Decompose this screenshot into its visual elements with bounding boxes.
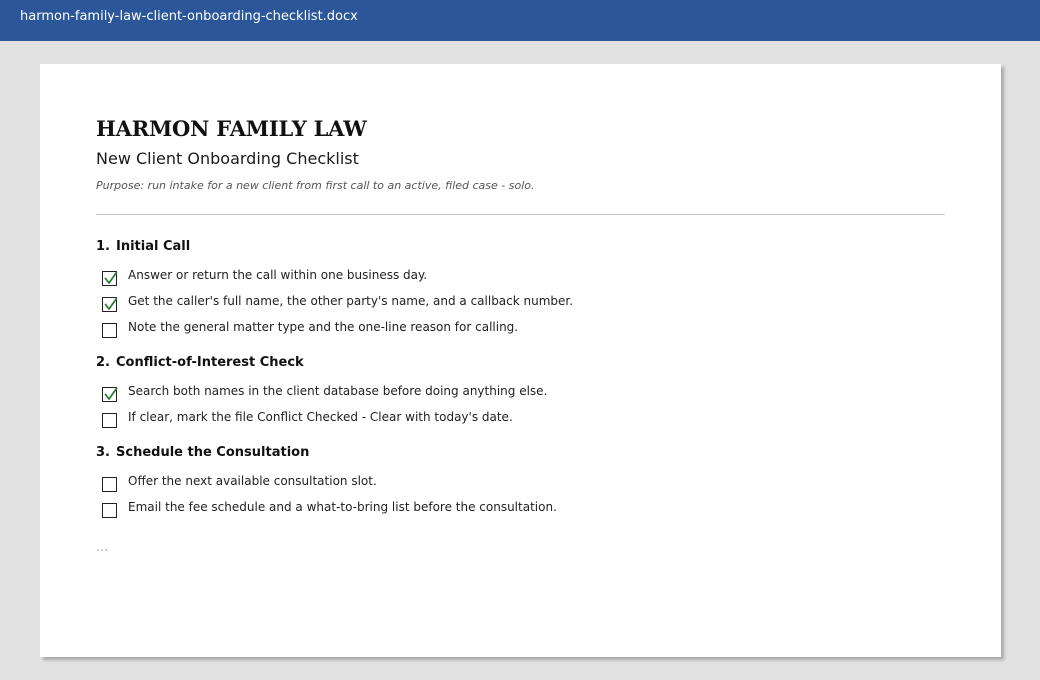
check-mark-icon <box>104 271 118 284</box>
section-heading-conflict-check: 2. Conflict-of-Interest Check <box>96 355 304 371</box>
document-page[interactable]: HARMON FAMILY LAW New Client Onboarding … <box>40 64 1001 657</box>
check-mark-icon <box>104 387 118 400</box>
checklist-item-label: Email the fee schedule and a what-to-bri… <box>128 500 557 514</box>
purpose-statement: Purpose: run intake for a new client fro… <box>96 179 535 192</box>
check-mark-icon <box>104 297 118 310</box>
checkbox-checked[interactable] <box>102 297 118 312</box>
checkbox-unchecked[interactable] <box>102 323 117 338</box>
checkbox-checked[interactable] <box>102 387 118 402</box>
section-number: 3. <box>96 445 110 460</box>
checkbox-unchecked[interactable] <box>102 477 117 492</box>
section-heading-schedule-consultation: 3. Schedule the Consultation <box>96 445 309 461</box>
checklist-item-label: If clear, mark the file Conflict Checked… <box>128 410 513 424</box>
checkbox-checked[interactable] <box>102 271 118 286</box>
checklist-item-label: Offer the next available consultation sl… <box>128 474 377 488</box>
checklist-item-label: Search both names in the client database… <box>128 384 548 398</box>
document-filename: harmon-family-law-client-onboarding-chec… <box>20 9 358 24</box>
section-title: Schedule the Consultation <box>116 445 310 460</box>
section-heading-initial-call: 1. Initial Call <box>96 239 190 255</box>
checkbox-unchecked[interactable] <box>102 413 117 428</box>
checklist-item-label: Answer or return the call within one bus… <box>128 268 428 282</box>
continuation-ellipsis: ... <box>96 540 109 555</box>
section-number: 1. <box>96 239 110 254</box>
checklist-item-label: Note the general matter type and the one… <box>128 320 519 334</box>
firm-name: HARMON FAMILY LAW <box>96 116 367 141</box>
horizontal-rule <box>96 214 945 215</box>
checklist-item-label: Get the caller's full name, the other pa… <box>128 294 574 308</box>
title-bar: harmon-family-law-client-onboarding-chec… <box>0 0 1040 41</box>
document-title: New Client Onboarding Checklist <box>96 149 359 168</box>
checkbox-unchecked[interactable] <box>102 503 117 518</box>
section-title: Initial Call <box>116 239 191 254</box>
section-title: Conflict-of-Interest Check <box>116 355 304 370</box>
section-number: 2. <box>96 355 110 370</box>
